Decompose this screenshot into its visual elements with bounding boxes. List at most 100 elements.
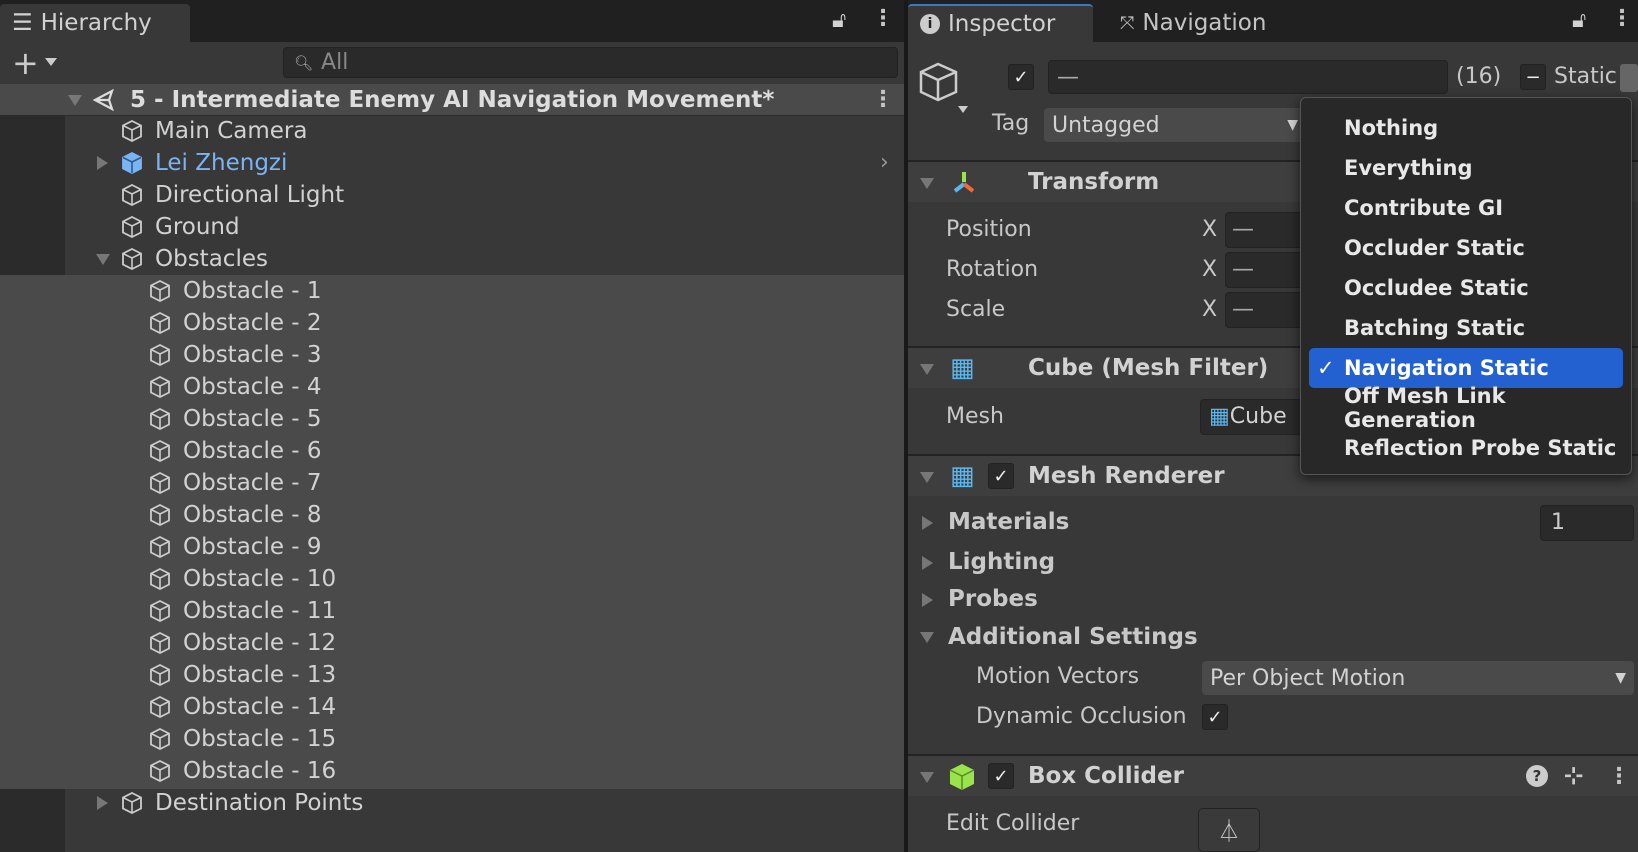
hierarchy-item-label: Obstacle - 16 xyxy=(183,758,337,784)
component-menu-icon[interactable]: ⋮ xyxy=(1608,764,1630,789)
gameobject-icon xyxy=(150,567,170,591)
collapse-arrow-icon[interactable] xyxy=(920,178,934,189)
hierarchy-item-label: Obstacle - 8 xyxy=(183,502,322,528)
presets-icon[interactable]: ⊹ xyxy=(1564,763,1583,789)
motion-vectors-dropdown[interactable]: Per Object Motion ▼ xyxy=(1202,661,1634,695)
chevron-right-icon[interactable]: › xyxy=(880,150,889,175)
hierarchy-item[interactable]: Obstacle - 11 xyxy=(0,595,904,627)
add-dropdown-icon[interactable] xyxy=(45,58,57,66)
gameobject-icon xyxy=(150,375,170,399)
hierarchy-item[interactable]: Obstacle - 12 xyxy=(0,627,904,659)
hierarchy-item-label: Directional Light xyxy=(155,182,345,208)
lock-icon[interactable]: 🔓︎ xyxy=(1572,8,1586,33)
tab-hierarchy[interactable]: ☰ Hierarchy xyxy=(0,4,190,42)
gameobject-icon xyxy=(122,247,142,271)
hierarchy-item[interactable]: Obstacle - 7 xyxy=(0,467,904,499)
hierarchy-item[interactable]: Obstacle - 10 xyxy=(0,563,904,595)
mesh-label: Mesh xyxy=(946,404,1004,429)
search-input[interactable]: 🔍︎ All xyxy=(283,47,898,78)
box-collider-header[interactable]: ✓ Box Collider ? ⊹ ⋮ xyxy=(908,754,1638,796)
hierarchy-item[interactable]: Destination Points xyxy=(0,787,904,819)
gameobject-cube-icon[interactable] xyxy=(918,60,970,116)
hierarchy-item[interactable]: Obstacle - 4 xyxy=(0,371,904,403)
menu-item[interactable]: Contribute GI xyxy=(1309,188,1623,228)
hierarchy-item[interactable]: Obstacle - 5 xyxy=(0,403,904,435)
hierarchy-item[interactable]: Obstacle - 14 xyxy=(0,691,904,723)
expand-arrow-icon[interactable] xyxy=(97,156,108,170)
hierarchy-item[interactable]: Obstacle - 16 xyxy=(0,755,904,787)
menu-item[interactable]: Occluder Static xyxy=(1309,228,1623,268)
hierarchy-item[interactable]: Obstacle - 3 xyxy=(0,339,904,371)
tag-dropdown[interactable]: Untagged ▼ xyxy=(1044,108,1306,142)
more-menu-icon[interactable]: ⋮ xyxy=(872,6,894,31)
expand-arrow-icon[interactable] xyxy=(922,593,933,607)
dynamic-occlusion-checkbox[interactable]: ✓ xyxy=(1202,704,1228,730)
box-collider-enabled-checkbox[interactable]: ✓ xyxy=(988,763,1014,789)
collapse-arrow-icon[interactable] xyxy=(920,472,934,483)
hierarchy-item-label: Ground xyxy=(155,214,240,240)
hierarchy-item-label: Obstacle - 6 xyxy=(183,438,322,464)
mesh-renderer-enabled-checkbox[interactable]: ✓ xyxy=(988,463,1014,489)
hierarchy-item[interactable]: Directional Light xyxy=(0,179,904,211)
collapse-arrow-icon[interactable] xyxy=(920,364,934,375)
lighting-foldout[interactable]: Lighting xyxy=(948,549,1055,575)
hierarchy-item[interactable]: Main Camera xyxy=(0,115,904,147)
static-flags-menu: Nothing Everything Contribute GI Occluder S… xyxy=(1300,97,1632,475)
hierarchy-item[interactable]: Obstacles xyxy=(0,243,904,275)
menu-item[interactable]: Batching Static xyxy=(1309,308,1623,348)
gameobject-icon xyxy=(150,759,170,783)
scene-row[interactable]: 5 - Intermediate Enemy AI Navigation Mov… xyxy=(0,84,904,116)
hierarchy-item-label: Main Camera xyxy=(155,118,308,144)
help-icon[interactable]: ? xyxy=(1526,765,1548,787)
expand-arrow-icon[interactable] xyxy=(68,95,82,106)
collapse-arrow-icon[interactable] xyxy=(96,254,110,265)
edit-collider-icon: ⏃ xyxy=(1217,820,1240,845)
transform-2-label: Scale xyxy=(946,297,1006,322)
collapse-arrow-icon[interactable] xyxy=(920,772,934,783)
menu-item[interactable]: Reflection Probe Static xyxy=(1309,428,1623,468)
info-icon: i xyxy=(920,14,940,34)
menu-item[interactable]: ✓ Navigation Static xyxy=(1309,348,1623,388)
expand-arrow-icon[interactable] xyxy=(922,516,933,530)
add-button[interactable]: + xyxy=(12,44,39,82)
scene-menu-icon[interactable]: ⋮ xyxy=(872,87,894,112)
hierarchy-item[interactable]: Obstacle - 1 xyxy=(0,275,904,307)
hierarchy-item-label: Obstacle - 1 xyxy=(183,278,322,304)
gameobject-icon xyxy=(150,471,170,495)
active-checkbox[interactable]: ✓ xyxy=(1008,64,1034,90)
expand-arrow-icon[interactable] xyxy=(922,556,933,570)
hierarchy-item-label: Obstacle - 5 xyxy=(183,406,322,432)
menu-item[interactable]: Occludee Static xyxy=(1309,268,1623,308)
expand-arrow-icon[interactable] xyxy=(97,796,108,810)
hierarchy-item-label: Obstacles xyxy=(155,246,268,272)
materials-foldout[interactable]: Materials xyxy=(948,509,1069,535)
edit-collider-button[interactable]: ⏃ xyxy=(1198,808,1260,852)
menu-item[interactable]: Everything xyxy=(1309,148,1623,188)
hierarchy-item-label: Obstacle - 12 xyxy=(183,630,337,656)
hierarchy-item[interactable]: Obstacle - 6 xyxy=(0,435,904,467)
hierarchy-item-label: Obstacle - 3 xyxy=(183,342,322,368)
hierarchy-item[interactable]: Obstacle - 8 xyxy=(0,499,904,531)
menu-item[interactable]: Nothing xyxy=(1309,108,1623,148)
hierarchy-item[interactable]: Obstacle - 15 xyxy=(0,723,904,755)
axis-label: X xyxy=(1202,217,1218,242)
more-menu-icon[interactable]: ⋮ xyxy=(1611,6,1633,31)
materials-count-field[interactable]: 1 xyxy=(1540,505,1634,541)
tab-inspector[interactable]: i Inspector xyxy=(908,4,1093,42)
hierarchy-item[interactable]: Lei Zhengzi xyxy=(0,147,904,179)
static-dropdown-button[interactable] xyxy=(1620,64,1638,92)
transform-1-label: Rotation xyxy=(946,257,1039,282)
collapse-arrow-icon[interactable] xyxy=(920,632,934,643)
gameobject-icon xyxy=(150,535,170,559)
probes-foldout[interactable]: Probes xyxy=(948,586,1038,612)
hierarchy-item[interactable]: Ground xyxy=(0,211,904,243)
hierarchy-item[interactable]: Obstacle - 9 xyxy=(0,531,904,563)
additional-settings-foldout[interactable]: Additional Settings xyxy=(948,624,1198,650)
name-field[interactable]: — xyxy=(1048,60,1448,94)
static-mixed-checkbox[interactable]: − xyxy=(1520,64,1546,90)
hierarchy-item[interactable]: Obstacle - 13 xyxy=(0,659,904,691)
hierarchy-item[interactable]: Obstacle - 2 xyxy=(0,307,904,339)
tab-navigation[interactable]: ⤧ Navigation xyxy=(1108,4,1308,42)
lock-icon[interactable]: 🔓︎ xyxy=(832,8,846,33)
menu-item[interactable]: Off Mesh Link Generation xyxy=(1309,384,1623,432)
